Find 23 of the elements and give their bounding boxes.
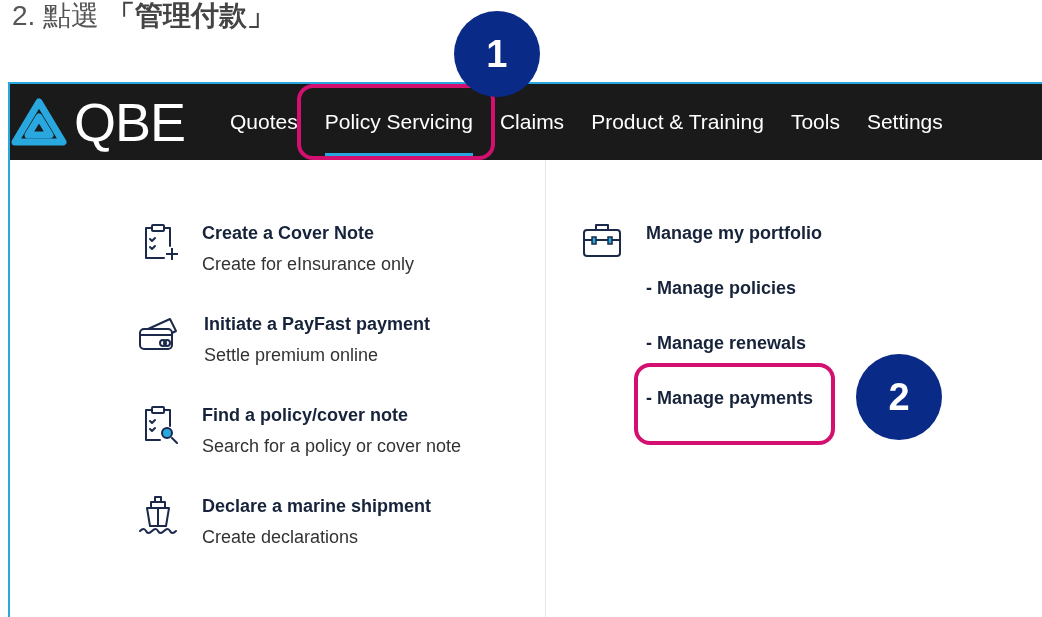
nav-link[interactable]: Quotes <box>230 84 298 160</box>
menu-item-subtitle: Settle premium online <box>204 344 380 366</box>
nav-link[interactable]: Settings <box>866 84 943 160</box>
menu-link[interactable]: - Manage renewals <box>646 332 807 354</box>
nav-link[interactable]: Policy Servicing <box>324 88 473 156</box>
menu-item-title[interactable]: Create a Cover Note <box>202 222 415 244</box>
menu-item-title[interactable]: Initiate a PayFast payment <box>204 313 431 335</box>
step-heading: 2. 點選 「管理付款」 <box>12 0 275 32</box>
nav-link[interactable]: Tools <box>790 84 840 160</box>
menu-item-subtitle: Create for eInsurance only <box>202 253 415 275</box>
menu-item-title[interactable]: Find a policy/cover note <box>202 404 462 426</box>
menu-item-title[interactable]: Declare a marine shipment <box>202 495 432 517</box>
step-badge: 1 <box>453 11 540 97</box>
logo-icon <box>10 97 68 147</box>
briefcase-icon <box>582 222 622 258</box>
ship-icon <box>138 495 178 535</box>
step-badge: 2 <box>856 354 942 440</box>
nav-link[interactable]: Product & Training <box>591 84 764 160</box>
menu-item-subtitle: Search for a policy or cover note <box>202 435 462 457</box>
menu-item-subtitle: Create declarations <box>202 526 360 548</box>
menu-link[interactable]: - Manage payments <box>646 387 814 409</box>
menu-section-title[interactable]: Manage my portfolio <box>646 222 822 244</box>
menu-link[interactable]: - Manage policies <box>646 277 797 299</box>
